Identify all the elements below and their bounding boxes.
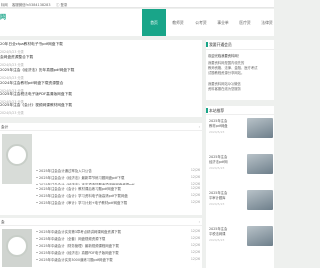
bullet-icon [36, 187, 38, 189]
site-logo[interactable]: 网 [0, 12, 6, 21]
header: 网 首页 教师资 公考资 事业单 医疗资 法律资 [0, 9, 274, 36]
section-accounting-cont: 2025年注会会计《会计》教材课后练习题pdf网盘下载 12/26 2025年注… [0, 185, 202, 215]
recommend-title-2[interactable]: 教材pdf网盘 [209, 123, 228, 128]
article-title[interactable]: 2025年中级会计（财务管理）最新视频课程网盘下载 [39, 243, 169, 248]
bullet-icon [36, 251, 38, 253]
login-link[interactable]: ⓘ 登录 [56, 2, 67, 7]
headline-title[interactable]: 2024年注会教材pdf网盘下载资源整合 [0, 81, 63, 86]
article-title[interactable]: 2025年注会会计《会计》学习资料电子版高清pdf下载网盘 [39, 193, 169, 198]
article-title[interactable]: 2025年中级会计实务3000道练习题pdf网盘下载 [39, 257, 169, 262]
membership-panel: 我要开通会员 欢迎光临我要资料网！ 我要资料网是国内领先的 教师资格、法律、金融… [206, 40, 274, 100]
headline-item[interactable]: 2025年注会《经济法》历年真题pdf网盘下载 2024/5/23 分类 [0, 68, 198, 81]
article-date: 12/26 [190, 236, 200, 240]
bullet-icon [36, 258, 38, 260]
category-section-intermediate: 会 › 2025年中级会计实务第3章考点精讲网课网盘资源下载 12/26 202… [0, 218, 202, 268]
section-title[interactable]: 会 [1, 220, 5, 225]
section-title[interactable]: 会计 [1, 125, 8, 130]
top-bar: 标网 客服微信fn5384138283 ⓘ 登录 [0, 0, 274, 8]
category-section-accounting: 会计 › 2025年注会会计通过率及入口公告 12/26 2025年注会会计《经… [0, 123, 202, 187]
recommend-thumbnail[interactable] [247, 190, 273, 210]
article-title[interactable]: 2025年中级会计《经济法》真题PDF电子版网盘下载 [39, 250, 169, 255]
headline-item[interactable]: 2025年注会《会计》视频网课教材网盘下载 2024/5/23 分类 [0, 103, 198, 116]
article-title[interactable]: 2025年注会会计《审计》学习计划+电子教材pdf网盘下载 [39, 200, 169, 205]
article-date: 12/26 [190, 257, 200, 261]
headline-list: 20年日全cfpa教材电子书pdf网盘下载 2024/5/23 分类 会网盘资源… [0, 40, 202, 117]
article-title[interactable]: 2025年注会会计通过率及入口公告 [39, 168, 169, 173]
recommend-date: 2024/5/23 [209, 238, 225, 242]
divider [206, 49, 274, 50]
headline-title[interactable]: 2025年注会《会计》视频网课教材网盘下载 [0, 103, 72, 108]
bullet-icon [36, 194, 38, 196]
headline-title[interactable]: 2025年注会税法电子版PDF高清版网盘下载 [0, 92, 72, 97]
recommend-item[interactable]: 2025年注会 教材pdf网盘 2024/5/23 [209, 118, 273, 151]
article-row[interactable]: 2025年注会会计《审计》学习计划+电子教材pdf网盘下载 12/26 [36, 199, 200, 207]
recommend-item[interactable]: 2025年注会 平税法网课 2024/5/23 [209, 226, 273, 259]
headline-meta: 2024/5/23 分类 [0, 62, 24, 67]
bullet-icon [36, 244, 38, 246]
headline-meta: 2024/5/23 分类 [0, 110, 24, 115]
recommend-panel: 本站推荐 2025年注会 教材pdf网盘 2024/5/23 2025年注会 经… [205, 106, 274, 268]
recommend-title-2[interactable]: 经济法pdf网 [209, 159, 228, 164]
headline-item[interactable]: 20年日全cfpa教材电子书pdf网盘下载 2024/5/23 分类 [0, 42, 198, 55]
article-row[interactable]: 2025年中级会计实务3000道练习题pdf网盘下载 12/26 [36, 256, 200, 264]
article-title[interactable]: 2025年中级会计实务第3章考点精讲网课网盘资源下载 [39, 229, 169, 234]
recommend-item[interactable]: 2025年注会 经济法pdf网 2024/5/23 [209, 154, 273, 187]
article-date: 12/26 [190, 186, 200, 190]
membership-heading[interactable]: 我要开通会员 [206, 42, 232, 48]
recommend-title-2[interactable]: 平审计题库 [209, 195, 225, 200]
nav-institution[interactable]: 事业单 [211, 9, 235, 36]
welcome-text: 欢迎光临我要资料网！ [208, 54, 241, 58]
headline-meta: 2024/5/23 分类 [0, 49, 24, 54]
section-header: 会 › [0, 218, 202, 226]
nav-home[interactable]: 首页 [142, 9, 166, 36]
section-image[interactable] [2, 229, 32, 267]
bullet-icon [36, 169, 38, 171]
article-date: 12/26 [190, 229, 200, 233]
section-image[interactable] [2, 134, 32, 184]
recommend-title-2[interactable]: 平税法网课 [209, 231, 225, 236]
recommend-date: 2024/5/23 [209, 166, 225, 170]
recommend-date: 2024/5/23 [209, 202, 225, 206]
nav-teacher[interactable]: 教师资 [166, 9, 190, 36]
more-link[interactable]: › [199, 125, 200, 129]
nav-civil-exam[interactable]: 公考资 [189, 9, 213, 36]
contact-line: 资料客服在线为您服务 [208, 87, 241, 91]
divider [206, 114, 274, 115]
bullet-icon [36, 201, 38, 203]
article-date: 12/26 [190, 200, 200, 204]
bullet-icon [36, 176, 38, 178]
section-header: 会计 › [0, 123, 202, 131]
article-title[interactable]: 2025年注会会计《会计》教材课后练习题pdf网盘下载 [39, 186, 169, 191]
plate-icon [6, 144, 28, 166]
plate-icon [6, 235, 28, 257]
headline-meta: 2024/5/23 分类 [0, 75, 24, 80]
nav-law[interactable]: 法律资 [255, 9, 279, 36]
headline-title[interactable]: 会网盘资源整合下载 [0, 55, 33, 60]
topbar-text-site: 标网 [1, 2, 8, 7]
bullet-icon [36, 230, 38, 232]
article-title[interactable]: 2025年中级会计（全套）网盘视频资源下载 [39, 236, 169, 241]
article-date: 12/26 [190, 193, 200, 197]
recommend-thumbnail[interactable] [247, 154, 273, 174]
nav-medical[interactable]: 医疗资 [233, 9, 257, 36]
recommend-thumbnail[interactable] [247, 118, 273, 138]
article-title[interactable]: 2025年注会会计《经济法》最新章节练习题网盘pdf下载 [39, 175, 169, 180]
recommend-date: 2024/5/23 [209, 130, 225, 134]
recommend-item[interactable]: 2025年注会 平审计题库 2024/5/23 [209, 190, 273, 223]
headline-title[interactable]: 2025年注会《经济法》历年真题pdf网盘下载 [0, 68, 74, 73]
topbar-contact: 客服微信fn5384138283 [12, 2, 51, 7]
article-date: 12/26 [190, 243, 200, 247]
article-date: 12/26 [190, 175, 200, 179]
headline-title[interactable]: 20年日全cfpa教材电子书pdf网盘下载 [0, 42, 63, 47]
more-link[interactable]: › [199, 220, 200, 224]
recommend-thumbnail[interactable] [247, 226, 273, 246]
headline-item[interactable]: 会网盘资源整合下载 2024/5/23 分类 [0, 55, 198, 68]
article-date: 12/26 [190, 168, 200, 172]
bullet-icon [36, 237, 38, 239]
article-date: 12/26 [190, 250, 200, 254]
intro-line: 试题教程资源分享网站。 [208, 71, 245, 75]
